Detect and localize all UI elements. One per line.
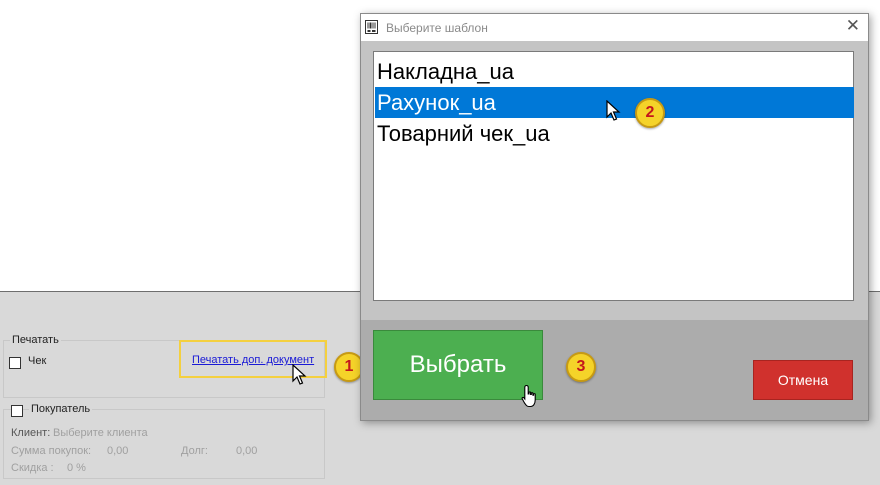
- hand-cursor-icon: [521, 384, 536, 408]
- list-item[interactable]: Накладна_ua: [375, 56, 854, 87]
- client-label: Клиент:: [11, 427, 51, 439]
- step-badge-3: 3: [566, 352, 596, 382]
- print-group-label: Печатать: [10, 334, 61, 346]
- step-badge-2: 2: [635, 98, 665, 128]
- receipt-checkbox-label: Чек: [28, 355, 47, 367]
- discount-value: 0 %: [67, 462, 86, 474]
- purchases-sum-value: 0,00: [107, 445, 129, 457]
- template-listbox[interactable]: Накладна_ua Рахунок_ua Товарний чек_ua: [373, 51, 854, 301]
- arrow-cursor-icon: [606, 100, 621, 121]
- cancel-button[interactable]: Отмена: [753, 360, 853, 400]
- client-field[interactable]: Выберите клиента: [53, 427, 148, 439]
- purchases-sum-label: Сумма покупок:: [11, 445, 92, 457]
- debt-value: 0,00: [236, 445, 258, 457]
- buyer-checkbox[interactable]: [11, 405, 23, 417]
- discount-label: Скидка :: [11, 462, 54, 474]
- debt-label: Долг:: [181, 445, 208, 457]
- buyer-checkbox-label: Покупатель: [29, 403, 93, 415]
- dialog-title: Выберите шаблон: [386, 21, 488, 35]
- close-icon[interactable]: ✕: [846, 17, 860, 35]
- receipt-checkbox[interactable]: [9, 357, 21, 369]
- list-item[interactable]: Товарний чек_ua: [375, 118, 854, 149]
- dialog-titlebar[interactable]: Выберите шаблон ✕: [361, 14, 868, 41]
- arrow-cursor-icon: [292, 364, 307, 385]
- select-button[interactable]: Выбрать: [373, 330, 543, 400]
- template-select-dialog: Выберите шаблон ✕ Накладна_ua Рахунок_ua…: [360, 13, 869, 421]
- barcode-icon: [365, 20, 378, 34]
- dialog-button-bar: Выбрать Отмена: [361, 320, 868, 420]
